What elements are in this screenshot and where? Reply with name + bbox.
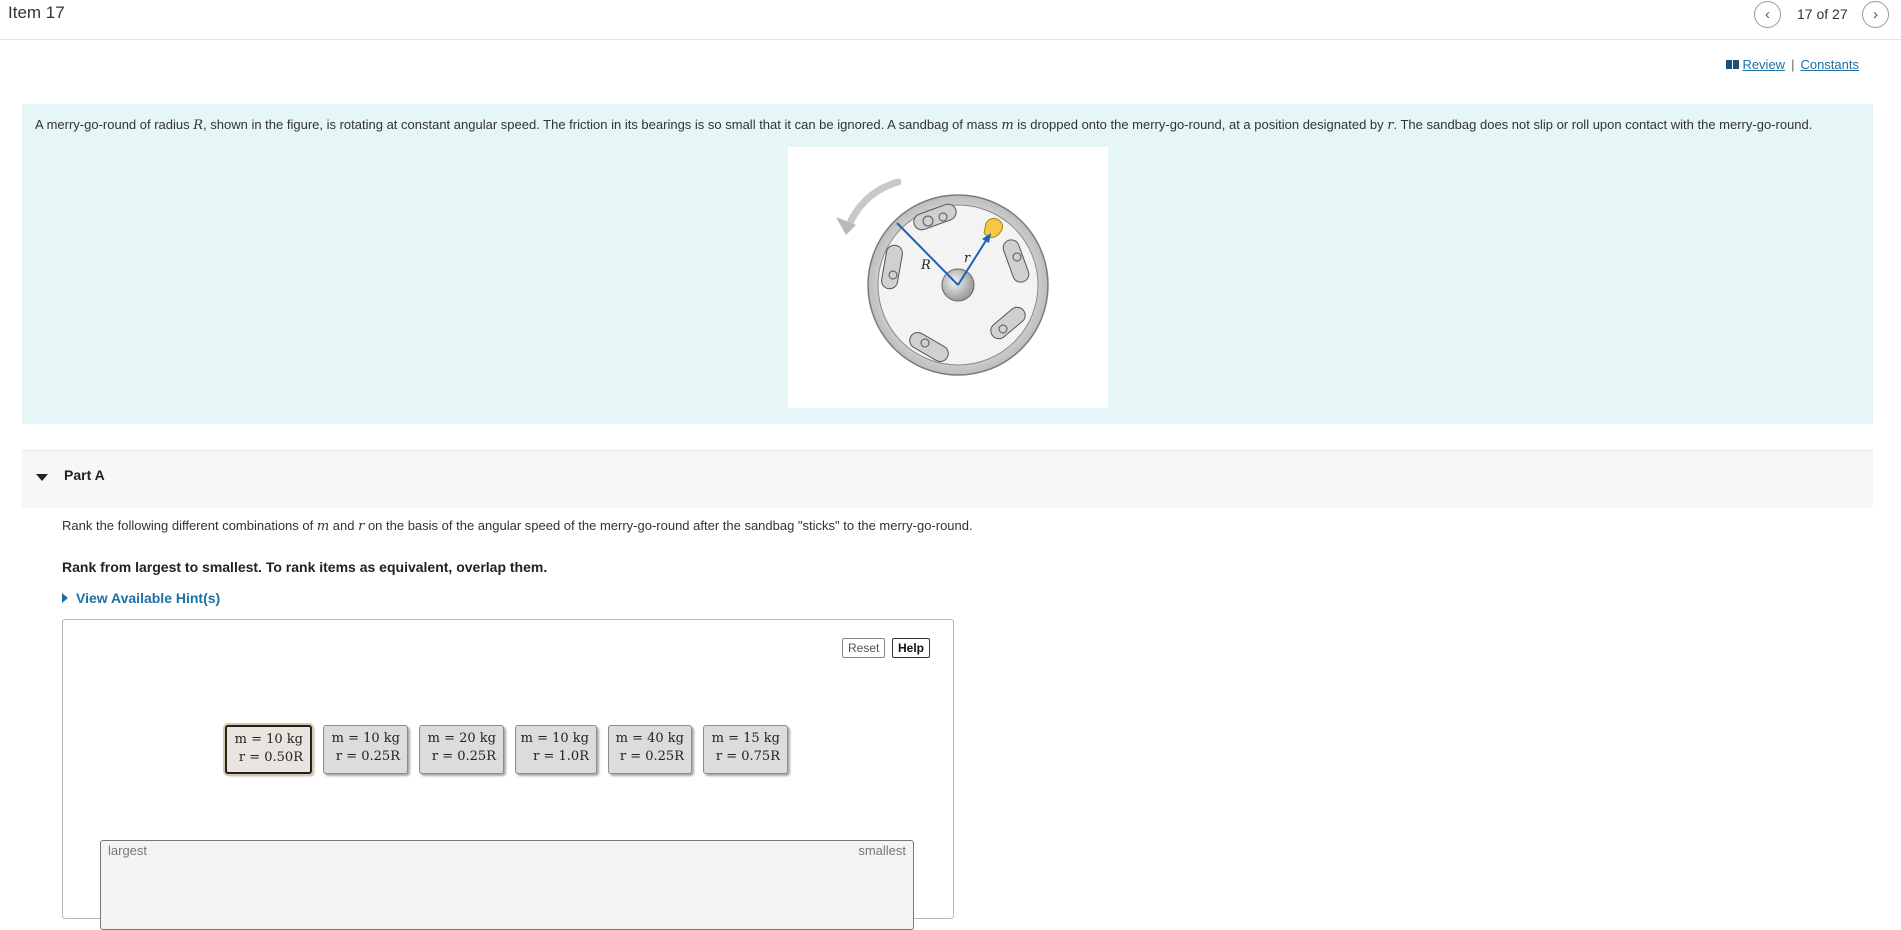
chevron-left-icon: ‹	[1765, 6, 1770, 23]
intro-text-3: is dropped onto the merry-go-round, at a…	[1013, 117, 1388, 132]
question-text-2: and	[329, 518, 359, 533]
largest-label: largest	[108, 843, 148, 858]
item-position: 17 of 27	[1797, 6, 1848, 22]
ranking-widget: Reset Help m = 10 kg r = 0.50R m = 10 kg…	[62, 619, 954, 930]
merry-go-round-figure: R r	[788, 147, 1108, 408]
tile-radius: r = 0.25R	[619, 749, 684, 764]
tile-mass: m = 15 kg	[711, 731, 780, 746]
tile-radius: r = 0.75R	[715, 749, 780, 764]
smallest-label: smallest	[858, 843, 906, 858]
tile-mass: m = 10 kg	[331, 731, 400, 746]
help-button[interactable]: Help	[892, 638, 931, 658]
next-item-button[interactable]: ›	[1862, 1, 1889, 28]
rank-tile[interactable]: m = 10 kg r = 0.50R	[225, 725, 312, 774]
question-text-3: on the basis of the angular speed of the…	[364, 518, 973, 533]
rank-tile[interactable]: m = 10 kg r = 0.25R	[323, 725, 408, 774]
intro-text-2: , shown in the figure, is rotating at co…	[203, 117, 1002, 132]
top-bar: Item 17 ‹ 17 of 27 ›	[0, 0, 1901, 40]
rank-tile[interactable]: m = 40 kg r = 0.25R	[608, 725, 692, 774]
constants-link[interactable]: Constants	[1800, 57, 1859, 72]
reset-button[interactable]: Reset	[842, 638, 886, 658]
question-text: Rank the following different combination…	[62, 518, 973, 534]
tile-mass: m = 10 kg	[234, 732, 303, 747]
review-link[interactable]: Review	[1726, 57, 1785, 72]
rank-tile[interactable]: m = 20 kg r = 0.25R	[419, 725, 504, 774]
rank-instruction: Rank from largest to smallest. To rank i…	[62, 559, 548, 575]
chevron-right-icon: ›	[1873, 6, 1878, 23]
resource-links: Review | Constants	[1726, 57, 1859, 72]
question-var-m: m	[316, 519, 330, 534]
previous-item-button[interactable]: ‹	[1754, 1, 1781, 28]
caret-down-icon	[36, 474, 48, 481]
var-m: m	[1001, 118, 1014, 133]
intro-text: A merry-go-round of radius R, shown in t…	[35, 117, 1812, 133]
tile-mass: m = 10 kg	[520, 731, 589, 746]
question-text-1: Rank the following different combination…	[62, 518, 317, 533]
item-title: Item 17	[8, 3, 65, 22]
view-hints-link[interactable]: View Available Hint(s)	[62, 590, 220, 606]
rank-tile[interactable]: m = 10 kg r = 1.0R	[515, 725, 597, 774]
tile-radius: r = 1.0R	[533, 749, 589, 764]
book-icon	[1726, 60, 1740, 69]
problem-intro: A merry-go-round of radius R, shown in t…	[22, 104, 1873, 424]
part-a-toggle[interactable]: Part A	[22, 450, 1873, 508]
review-label: Review	[1742, 57, 1786, 72]
tile-mass: m = 20 kg	[427, 731, 496, 746]
figure-label-R: R	[920, 258, 931, 273]
tile-radius: r = 0.25R	[431, 749, 496, 764]
var-R: R	[193, 118, 204, 133]
ranking-drop-zone[interactable]: largest smallest	[100, 840, 914, 930]
tile-radius: r = 0.25R	[335, 749, 400, 764]
link-separator: |	[1791, 57, 1795, 72]
intro-text-1: A merry-go-round of radius	[35, 117, 194, 132]
tile-mass: m = 40 kg	[615, 731, 684, 746]
figure-label-r: r	[964, 251, 971, 266]
merry-go-round-illustration: R r	[836, 178, 1049, 376]
caret-right-icon	[62, 593, 68, 603]
part-title: Part A	[64, 467, 105, 483]
rank-tile[interactable]: m = 15 kg r = 0.75R	[703, 725, 788, 774]
hints-label: View Available Hint(s)	[76, 590, 221, 606]
intro-text-4: . The sandbag does not slip or roll upon…	[1393, 117, 1813, 132]
tile-radius: r = 0.50R	[238, 750, 303, 765]
